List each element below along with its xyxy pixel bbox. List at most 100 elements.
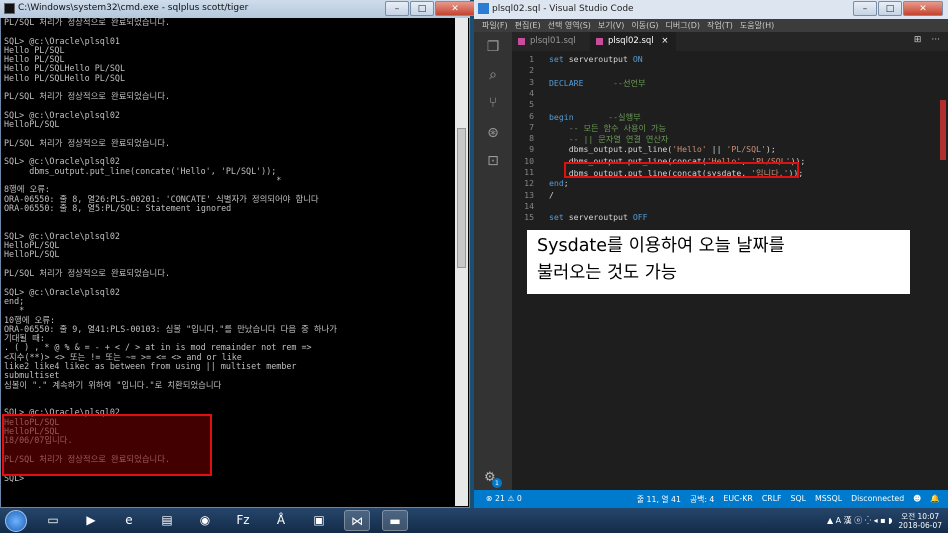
menu-item[interactable]: 편집(E) bbox=[515, 20, 541, 31]
menu-item[interactable]: 파일(F) bbox=[482, 20, 508, 31]
vscode-taskbar-icon[interactable]: ⋈ bbox=[344, 510, 370, 531]
menu-item[interactable]: 이동(G) bbox=[631, 20, 658, 31]
code-line[interactable]: begin --실행부 bbox=[549, 111, 641, 123]
code-line[interactable]: dbms_output.put_line('Hello' || 'PL/SQL'… bbox=[549, 144, 776, 154]
menu-item[interactable]: 선택 영역(S) bbox=[548, 20, 591, 31]
debug-icon[interactable]: ⊛ bbox=[484, 124, 502, 142]
cmd-line: SQL> @c:\Oracle\plsql02 bbox=[4, 230, 120, 241]
line-number: 12 bbox=[524, 178, 534, 189]
notification-badge: 1 bbox=[492, 478, 502, 488]
status-bar[interactable]: ⊗ 21 ⚠ 0 줄 11, 열 41 공백: 4 EUC-KR CRLF SQL MSS… bbox=[474, 490, 948, 508]
start-button[interactable] bbox=[5, 510, 27, 532]
indentation[interactable]: 공백: 4 bbox=[690, 494, 714, 505]
tab-close-icon[interactable]: × bbox=[661, 36, 668, 46]
line-number: 7 bbox=[529, 121, 534, 132]
cmd-taskbar-icon[interactable]: ▬ bbox=[382, 510, 408, 531]
line-ending[interactable]: CRLF bbox=[762, 494, 782, 505]
sql-file-icon bbox=[518, 38, 525, 45]
tab-plsql02[interactable]: plsql02.sql × bbox=[590, 32, 676, 51]
cmd-line: ORA-06550: 줄 8, 열5:PL/SQL: Statement ign… bbox=[4, 202, 232, 213]
filezilla-icon[interactable]: Fz bbox=[230, 510, 256, 531]
cmd-line bbox=[4, 213, 454, 222]
close-button[interactable]: ✕ bbox=[435, 1, 475, 16]
line-number: 1 bbox=[529, 54, 534, 64]
explorer-icon[interactable]: ❐ bbox=[484, 38, 502, 56]
tab-plsql01[interactable]: plsql01.sql bbox=[512, 32, 590, 51]
system-tray[interactable]: ▲ A 漢 ⓞ ⁛ ◂ ▪ ◗ 오전 10:07 2018-06-07 bbox=[827, 510, 942, 531]
clock[interactable]: 오전 10:07 2018-06-07 bbox=[898, 512, 942, 530]
line-number: 8 bbox=[529, 133, 534, 144]
cmd-scrollbar[interactable] bbox=[455, 18, 468, 506]
cmd-line: SQL> @c:\Oracle\plsql02 bbox=[4, 109, 120, 120]
code-line[interactable]: DECLARE --선언부 bbox=[549, 77, 646, 89]
extensions-icon[interactable]: ⊡ bbox=[484, 152, 502, 170]
search-icon[interactable]: ⌕ bbox=[484, 66, 502, 84]
language-mode[interactable]: SQL bbox=[791, 494, 806, 505]
line-number: 10 bbox=[524, 155, 534, 166]
menu-item[interactable]: 도움말(H) bbox=[740, 20, 774, 31]
code-highlight-box bbox=[564, 162, 799, 178]
problems-status[interactable]: ⊗ 21 ⚠ 0 bbox=[486, 494, 522, 503]
cmd-line: PL/SQL 처리가 정상적으로 완료되었습니다. bbox=[4, 268, 170, 279]
code-line[interactable]: -- || 문자열 연결 연산자 bbox=[549, 133, 669, 145]
note-line-2: 불러오는 것도 가능 bbox=[537, 263, 677, 283]
internet-explorer-icon[interactable]: e bbox=[116, 510, 142, 531]
note-line-1: Sysdate를 이용하여 오늘 날짜를 bbox=[537, 236, 785, 256]
pdf-reader-icon[interactable]: Å bbox=[268, 510, 294, 531]
code-line[interactable]: -- 모든 함수 사용이 가능 bbox=[549, 122, 666, 134]
cmd-title-bar[interactable]: C:\Windows\system32\cmd.exe - sqlplus sc… bbox=[0, 0, 475, 18]
source-control-icon[interactable]: ⑂ bbox=[484, 94, 502, 112]
chrome-icon[interactable]: ◉ bbox=[192, 510, 218, 531]
code-line[interactable]: set serveroutput ON bbox=[549, 54, 643, 64]
cmd-line: like2 like4 likec as between from using … bbox=[4, 360, 297, 371]
code-line[interactable]: set serveroutput OFF bbox=[549, 212, 648, 222]
cmd-line: PL/SQL 처리가 정상적으로 완료되었습니다. bbox=[4, 18, 170, 27]
clock-date: 2018-06-07 bbox=[898, 520, 942, 530]
code-line[interactable]: / bbox=[549, 190, 554, 200]
presentation-icon[interactable]: ▣ bbox=[306, 510, 332, 531]
vscode-minimize-button[interactable]: – bbox=[853, 1, 877, 16]
line-number: 13 bbox=[524, 189, 534, 200]
tray-icons[interactable]: ▲ A 漢 ⓞ ⁛ ◂ ▪ ◗ bbox=[827, 515, 892, 526]
cmd-line: HelloPL/SQL bbox=[4, 240, 60, 251]
cmd-line: Hello PL/SQL bbox=[4, 44, 65, 55]
line-number: 3 bbox=[529, 76, 534, 87]
cmd-line: SQL> @c:\Oracle\plsql02 bbox=[4, 286, 120, 297]
maximize-button[interactable]: □ bbox=[410, 1, 434, 16]
line-number: 2 bbox=[529, 65, 534, 76]
minimize-button[interactable]: – bbox=[385, 1, 409, 16]
activity-bar[interactable]: ❐ ⌕ ⑂ ⊛ ⊡ bbox=[474, 32, 512, 490]
show-desktop-icon[interactable]: ▭ bbox=[40, 510, 66, 531]
cmd-title: C:\Windows\system32\cmd.exe - sqlplus sc… bbox=[18, 3, 249, 13]
cmd-line: SQL> @c:\Oracle\plsql01 bbox=[4, 35, 120, 46]
vscode-maximize-button[interactable]: □ bbox=[878, 1, 902, 16]
feedback-icon[interactable]: ☻ bbox=[913, 494, 921, 505]
editor-tabs[interactable]: plsql01.sql plsql02.sql × ⊞ ··· bbox=[512, 32, 948, 51]
menu-item[interactable]: 작업(T) bbox=[707, 20, 733, 31]
cmd-line: 심볼이 "." 계속하기 위하여 "입니다."로 치환되었습니다 bbox=[4, 379, 222, 390]
menu-item[interactable]: 디버그(D) bbox=[666, 20, 700, 31]
file-explorer-icon[interactable]: ▤ bbox=[154, 510, 180, 531]
cmd-line: HelloPL/SQL bbox=[4, 249, 60, 260]
cmd-line: Hello PL/SQLHello PL/SQL bbox=[4, 72, 126, 83]
notifications-icon[interactable]: 🔔 bbox=[930, 494, 940, 505]
vscode-menu-bar[interactable]: 파일(F) 편집(E) 선택 영역(S) 보기(V) 이동(G) 디버그(D) 작업(T) 도… bbox=[474, 19, 948, 32]
connection-type[interactable]: MSSQL bbox=[815, 494, 842, 505]
tab-label: plsql01.sql bbox=[530, 36, 576, 46]
code-line[interactable]: end; bbox=[549, 178, 569, 188]
split-editor-icon[interactable]: ⊞ bbox=[914, 35, 922, 45]
media-player-icon[interactable]: ▶ bbox=[78, 510, 104, 531]
cursor-position[interactable]: 줄 11, 열 41 bbox=[637, 494, 681, 505]
cmd-scroll-thumb[interactable] bbox=[457, 128, 466, 268]
encoding[interactable]: EUC-KR bbox=[723, 494, 752, 505]
more-actions-icon[interactable]: ··· bbox=[931, 35, 940, 45]
line-number: 9 bbox=[529, 144, 534, 155]
connection-status[interactable]: Disconnected bbox=[851, 494, 904, 505]
taskbar[interactable]: ▭ ▶ e ▤ ◉ Fz Å ▣ ⋈ ▬ ▲ A 漢 ⓞ ⁛ ◂ ▪ ◗ 오전 10:07 201… bbox=[0, 508, 948, 533]
cmd-highlight-box bbox=[2, 414, 212, 476]
line-number: 4 bbox=[529, 87, 534, 98]
vscode-close-button[interactable]: ✕ bbox=[903, 1, 943, 16]
vscode-icon bbox=[478, 3, 489, 14]
vscode-title-bar[interactable]: plsql02.sql - Visual Studio Code – □ ✕ bbox=[474, 0, 948, 19]
menu-item[interactable]: 보기(V) bbox=[598, 20, 624, 31]
